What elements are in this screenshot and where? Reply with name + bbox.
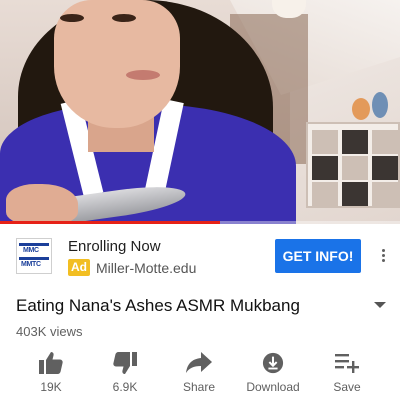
video-background-toy (372, 92, 388, 118)
ad-badge: Ad (68, 259, 90, 276)
thumbs-down-icon (113, 352, 137, 374)
video-person-mouth (126, 70, 160, 80)
ad-url[interactable]: Miller-Motte.edu (96, 260, 196, 276)
view-count: 403K views (16, 324, 83, 339)
video-person-eye (60, 14, 84, 22)
share-arrow-icon (186, 352, 212, 373)
playlist-add-icon (335, 354, 359, 373)
download-label: Download (246, 380, 300, 394)
ad-logo-bar (19, 243, 49, 246)
video-person-hand (6, 184, 78, 224)
youtube-watch-screen: MMC MMTC Enrolling Now Ad Miller-Motte.e… (0, 0, 400, 400)
video-background-toy (352, 98, 370, 120)
video-progress-fill (0, 221, 220, 224)
dislike-button[interactable]: 6.9K (90, 352, 160, 400)
ad-logo[interactable]: MMC MMTC (16, 238, 52, 274)
ad-banner[interactable]: MMC MMTC Enrolling Now Ad Miller-Motte.e… (0, 230, 400, 280)
dislike-count: 6.9K (112, 380, 138, 394)
download-icon (262, 352, 284, 374)
ad-logo-bar (19, 257, 49, 260)
get-info-button[interactable]: GET INFO! (275, 239, 361, 273)
share-button[interactable]: Share (164, 352, 234, 400)
like-count: 19K (40, 380, 62, 394)
video-person-eye (112, 14, 136, 22)
ad-logo-text: MMC (23, 247, 39, 254)
video-background-shelf (306, 122, 400, 208)
video-person-face (54, 0, 180, 128)
like-button[interactable]: 19K (16, 352, 86, 400)
action-bar: 19K 6.9K Share Download Save (0, 352, 400, 400)
expand-description-icon[interactable] (374, 302, 386, 308)
video-player[interactable] (0, 0, 400, 224)
video-progress-bar[interactable] (0, 221, 400, 224)
thumbs-up-icon (39, 352, 63, 374)
video-title[interactable]: Eating Nana's Ashes ASMR Mukbang (16, 296, 356, 316)
download-button[interactable]: Download (238, 352, 308, 400)
save-button[interactable]: Save (312, 352, 382, 400)
ad-logo-text: MMTC (21, 261, 41, 268)
share-label: Share (182, 380, 216, 394)
more-options-icon[interactable] (378, 248, 388, 264)
save-label: Save (333, 380, 361, 394)
ad-title[interactable]: Enrolling Now (68, 238, 161, 255)
